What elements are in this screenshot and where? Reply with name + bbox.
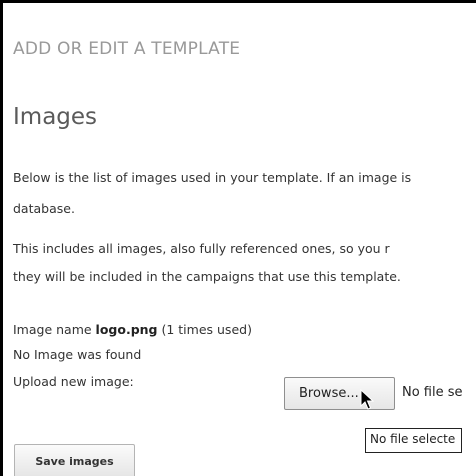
file-input-status: No file se	[402, 385, 463, 400]
mouse-pointer-icon	[360, 389, 374, 410]
browse-button[interactable]: Browse...	[284, 377, 395, 410]
template-editor-page: ADD OR EDIT A TEMPLATE Images Below is t…	[3, 3, 476, 476]
image-usage-count: (1 times used)	[157, 322, 252, 337]
images-intro-line-1: Below is the list of images used in your…	[13, 170, 412, 185]
page-heading: ADD OR EDIT A TEMPLATE	[13, 39, 241, 59]
image-name-row: Image name logo.png (1 times used)	[13, 322, 252, 337]
image-file-name: logo.png	[95, 322, 158, 337]
save-images-button[interactable]: Save images	[14, 444, 135, 476]
images-section-heading: Images	[13, 104, 98, 130]
image-status: No Image was found	[13, 347, 142, 362]
image-name-label: Image name	[13, 322, 96, 337]
upload-new-image-label: Upload new image:	[13, 374, 134, 389]
images-note-line-1: This includes all images, also fully ref…	[13, 241, 390, 256]
images-note-line-2: they will be included in the campaigns t…	[13, 269, 401, 284]
file-input-tooltip: No file selecte	[365, 428, 463, 453]
images-intro-line-2: database.	[13, 201, 75, 216]
